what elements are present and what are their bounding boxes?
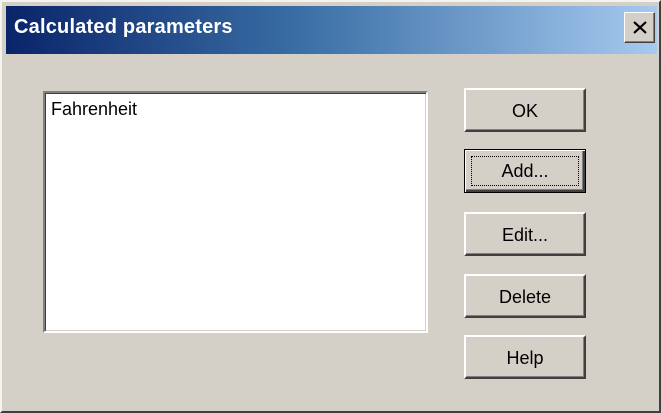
edit-button-label: Edit... <box>501 225 549 245</box>
ok-button-label: OK <box>511 101 538 121</box>
parameters-listbox[interactable]: Fahrenheit <box>43 91 428 333</box>
help-button[interactable]: Help <box>464 335 586 379</box>
add-button[interactable]: Add... <box>464 149 586 193</box>
ok-button[interactable]: OK <box>464 88 586 132</box>
close-icon <box>633 21 647 34</box>
title-bar[interactable]: Calculated parameters <box>6 6 657 54</box>
calculated-parameters-dialog: Calculated parameters Fahrenheit OK Add.… <box>0 0 661 413</box>
edit-button[interactable]: Edit... <box>464 212 586 256</box>
help-button-label: Help <box>506 348 544 368</box>
delete-button[interactable]: Delete <box>464 274 586 318</box>
delete-button-label: Delete <box>498 287 552 307</box>
list-item[interactable]: Fahrenheit <box>51 99 137 120</box>
close-button[interactable] <box>624 12 655 43</box>
window-title: Calculated parameters <box>14 16 233 38</box>
add-button-label: Add... <box>501 161 549 181</box>
